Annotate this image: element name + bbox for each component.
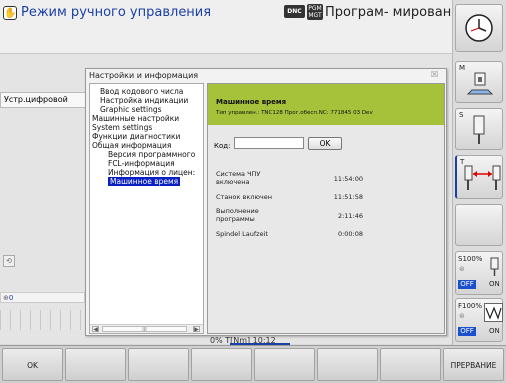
empty-softkey-right[interactable] [455, 204, 503, 246]
scroll-thumb[interactable]: III [102, 326, 187, 333]
dialog-title: Настройки и информация [89, 71, 199, 80]
axis-value: 0 [8, 294, 14, 302]
feed-override-icon: ⊛ [459, 312, 465, 320]
horizontal-scrollbar[interactable]: ◀ III ▶ [90, 324, 203, 333]
code-input[interactable] [234, 137, 304, 149]
spindle-small-icon [490, 257, 499, 276]
spindle-run-time: 0:00:08 [337, 230, 363, 238]
softkey-interrupt[interactable]: ПРЕРВАНИЕ [443, 348, 504, 381]
row-label-control: Система ЧПУ включена [216, 170, 260, 186]
softkey-empty-4[interactable] [191, 348, 252, 381]
softkey-ok[interactable]: OK [2, 348, 63, 381]
feed-off-badge[interactable]: OFF [458, 327, 476, 336]
softkey-empty-2[interactable] [65, 348, 126, 381]
machine-function-icon [466, 72, 494, 95]
clock-icon [465, 14, 493, 42]
spindle-override-value: S100% [458, 255, 483, 263]
expand-icon[interactable]: ⊞ [89, 132, 90, 141]
axis-row: ⊕0 [0, 292, 85, 303]
screen-layout-icon[interactable]: ⟲ [3, 255, 15, 267]
spindle-on-label[interactable]: ON [489, 280, 500, 288]
m-function-softkey[interactable]: M [455, 61, 503, 103]
row-label-program: Выполнение программы [216, 207, 259, 223]
status-bar-ticks [0, 310, 85, 330]
machine-on-time: 11:51:58 [333, 193, 363, 201]
dnc-badge-icon: DNC [284, 5, 305, 18]
row-label-line: включена [216, 178, 250, 186]
row-label-machine: Станок включен [216, 193, 272, 201]
scroll-right-icon[interactable]: ▶ [193, 326, 200, 333]
banner-title: Машинное время [216, 98, 287, 106]
tree-item-label: System settings [92, 123, 153, 132]
tree-item-label: Функции диагностики [92, 132, 181, 141]
tree-item-label: Машинные настройки [92, 114, 180, 123]
tool-change-icon [464, 165, 501, 190]
machine-time-panel: Машинное время Тип управлен.: TNC128 Про… [207, 83, 445, 334]
info-banner: Машинное время Тип управлен.: TNC128 Про… [208, 84, 444, 125]
row-label-line: Выполнение [216, 207, 259, 215]
tree-item-label: Настройка индикации [100, 96, 189, 105]
m-label: M [459, 64, 466, 72]
tree-item-label: FCL-информация [108, 159, 175, 168]
spindle-override-icon: ⊛ [459, 265, 465, 273]
pgm-badge-line1: PGM [308, 5, 322, 12]
softkey-empty-3[interactable] [128, 348, 189, 381]
feed-on-label[interactable]: ON [489, 327, 500, 335]
expand-icon[interactable]: ⊞ [89, 114, 90, 123]
tree-item-label: Информация о лицен: [108, 168, 196, 177]
hand-mode-icon: ✋ [3, 6, 17, 20]
tree-item-label: Машинное время [108, 177, 181, 186]
softkey-empty-7[interactable] [380, 348, 441, 381]
row-label-line: Станок включен [216, 193, 272, 201]
spindle-tool-icon [473, 115, 485, 144]
s-function-softkey[interactable]: S [455, 108, 503, 150]
position-display-tab[interactable]: Устр.цифровой [0, 92, 86, 108]
s-label: S [459, 111, 464, 119]
control-version-info: Тип управлен.: TNC128 Прог.обесп.NC: 771… [216, 110, 373, 116]
settings-tree: Ввод кодового числа Настройка индикации Gr… [89, 83, 204, 334]
close-icon[interactable]: ☒ [431, 70, 438, 79]
feed-wave-icon [484, 303, 503, 322]
collapse-icon[interactable]: ⊟ [89, 141, 90, 150]
row-label-line: Система ЧПУ [216, 170, 261, 178]
clock-softkey[interactable] [455, 4, 503, 52]
settings-info-dialog: Настройки и информация ☒ Ввод кодового ч… [85, 68, 447, 336]
feed-override-value: F100% [458, 302, 483, 310]
spindle-off-badge[interactable]: OFF [458, 280, 476, 289]
programming-mode-title: Програм- мирован... [325, 5, 464, 20]
tree-item-label: Graphic settings [100, 105, 162, 114]
expand-icon[interactable]: ⊞ [89, 123, 90, 132]
softkey-empty-5[interactable] [254, 348, 315, 381]
feed-override-display[interactable]: F100% ⊛ OFF ON [455, 298, 503, 342]
title-bar: ✋ Режим ручного управления DNC PGM MGT П… [0, 0, 464, 54]
tree-item-label: Версия программного [108, 150, 196, 159]
pgm-badge-line2: MGT [308, 12, 322, 19]
spindle-override-display[interactable]: S100% ⊛ OFF ON [455, 251, 503, 295]
scroll-left-icon[interactable]: ◀ [92, 326, 99, 333]
t-function-softkey[interactable]: T [455, 155, 503, 199]
row-label-line: Spindel Laufzeit [216, 230, 268, 238]
pgm-mgt-badge-icon: PGM MGT [307, 4, 323, 20]
tree-item-label: Ввод кодового числа [100, 87, 184, 96]
control-on-time: 11:54:00 [333, 175, 363, 183]
softkey-empty-6[interactable] [317, 348, 378, 381]
ok-button[interactable]: OK [308, 137, 342, 150]
row-label-spindle: Spindel Laufzeit [216, 230, 268, 238]
code-label: Код: [214, 142, 231, 150]
row-label-line: программы [216, 215, 255, 223]
tree-item-label: Общая информация [92, 141, 172, 150]
program-run-time: 2:11:46 [337, 212, 363, 220]
operating-mode-title: Режим ручного управления [21, 5, 212, 20]
